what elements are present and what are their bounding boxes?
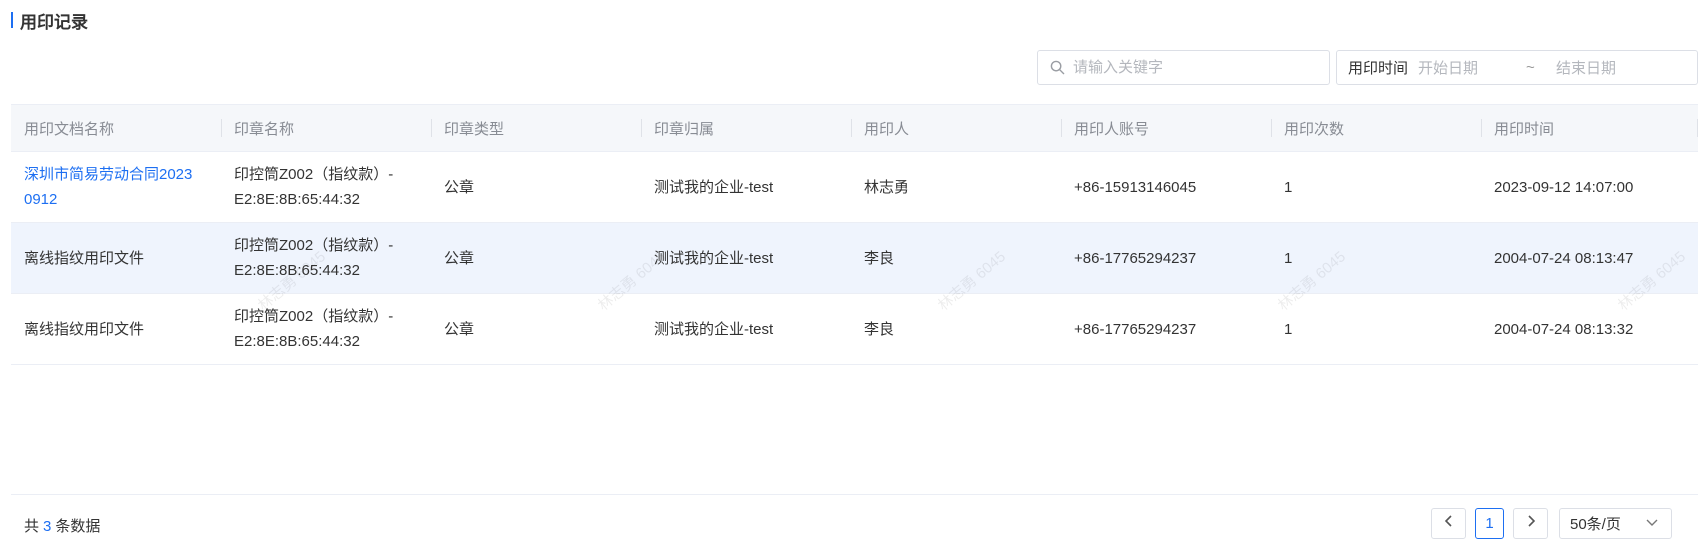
page-size-value: 50条/页 [1570, 516, 1621, 533]
table-row[interactable]: 深圳市简易劳动合同2023 0912 印控筒Z002（指纹款）- E2:8E:8B:… [11, 152, 1698, 223]
time-cell: 2004-07-24 08:13:47 [1494, 249, 1634, 267]
prev-page-button[interactable] [1431, 508, 1466, 539]
times-cell: 1 [1284, 320, 1293, 338]
search-icon [1049, 60, 1065, 76]
seal-records-table: 用印文档名称 印章名称 印章类型 印章归属 用印人 用印人账号 用印次数 用印时… [11, 104, 1698, 365]
seal-type-cell: 公章 [444, 249, 475, 267]
seal-name-cell: 印控筒Z002（指纹款）- E2:8E:8B:65:44:32 [234, 308, 394, 350]
footer-divider [11, 494, 1698, 495]
seal-owner-cell: 测试我的企业-test [654, 249, 774, 267]
seal-name-cell: 印控筒Z002（指纹款）- E2:8E:8B:65:44:32 [234, 166, 394, 208]
column-header-seal-type: 印章类型 [431, 118, 641, 139]
start-date-input[interactable]: 开始日期 [1418, 57, 1526, 78]
column-header-time: 用印时间 [1481, 118, 1698, 139]
total-count-number: 3 [43, 518, 52, 535]
time-cell: 2023-09-12 14:07:00 [1494, 178, 1634, 196]
page-title-text: 用印记录 [20, 12, 88, 32]
doc-name-cell: 离线指纹用印文件 [24, 320, 145, 338]
end-date-input[interactable]: 结束日期 [1556, 57, 1616, 78]
table-header: 用印文档名称 印章名称 印章类型 印章归属 用印人 用印人账号 用印次数 用印时… [11, 105, 1698, 152]
title-accent-bar [11, 12, 13, 28]
times-cell: 1 [1284, 249, 1293, 267]
account-cell: +86-17765294237 [1074, 320, 1197, 338]
chevron-left-icon [1443, 514, 1455, 533]
chevron-right-icon [1525, 514, 1537, 533]
user-cell: 李良 [864, 249, 895, 267]
page-number-button[interactable]: 1 [1475, 508, 1504, 539]
column-header-seal-owner: 印章归属 [641, 118, 851, 139]
column-header-account: 用印人账号 [1061, 118, 1271, 139]
account-cell: +86-15913146045 [1074, 178, 1197, 196]
column-header-times: 用印次数 [1271, 118, 1481, 139]
seal-type-cell: 公章 [444, 320, 475, 338]
table-row[interactable]: 离线指纹用印文件 印控筒Z002（指纹款）- E2:8E:8B:65:44:32 … [11, 223, 1698, 294]
date-range-picker[interactable]: 用印时间 开始日期 ~ 结束日期 [1336, 50, 1698, 85]
date-range-label: 用印时间 [1348, 60, 1409, 77]
date-range-separator: ~ [1526, 59, 1535, 76]
search-box[interactable] [1037, 50, 1330, 85]
table-row[interactable]: 离线指纹用印文件 印控筒Z002（指纹款）- E2:8E:8B:65:44:32 … [11, 294, 1698, 365]
search-input[interactable] [1071, 58, 1315, 77]
total-count: 共 3 条数据 [24, 518, 101, 535]
chevron-down-icon [1645, 516, 1659, 534]
times-cell: 1 [1284, 178, 1293, 196]
doc-name-cell: 离线指纹用印文件 [24, 249, 145, 267]
page-size-select[interactable]: 50条/页 [1559, 508, 1672, 539]
seal-owner-cell: 测试我的企业-test [654, 178, 774, 196]
doc-name-link[interactable]: 深圳市简易劳动合同2023 0912 [11, 162, 221, 212]
seal-owner-cell: 测试我的企业-test [654, 320, 774, 338]
seal-name-cell: 印控筒Z002（指纹款）- E2:8E:8B:65:44:32 [234, 237, 394, 279]
column-header-doc-name: 用印文档名称 [24, 120, 115, 138]
column-header-seal-name: 印章名称 [221, 118, 431, 139]
next-page-button[interactable] [1513, 508, 1548, 539]
time-cell: 2004-07-24 08:13:32 [1494, 320, 1634, 338]
page-title: 用印记录 [11, 10, 88, 32]
user-cell: 林志勇 [864, 178, 910, 196]
user-cell: 李良 [864, 320, 895, 338]
seal-type-cell: 公章 [444, 178, 475, 196]
column-header-user: 用印人 [851, 118, 1061, 139]
account-cell: +86-17765294237 [1074, 249, 1197, 267]
